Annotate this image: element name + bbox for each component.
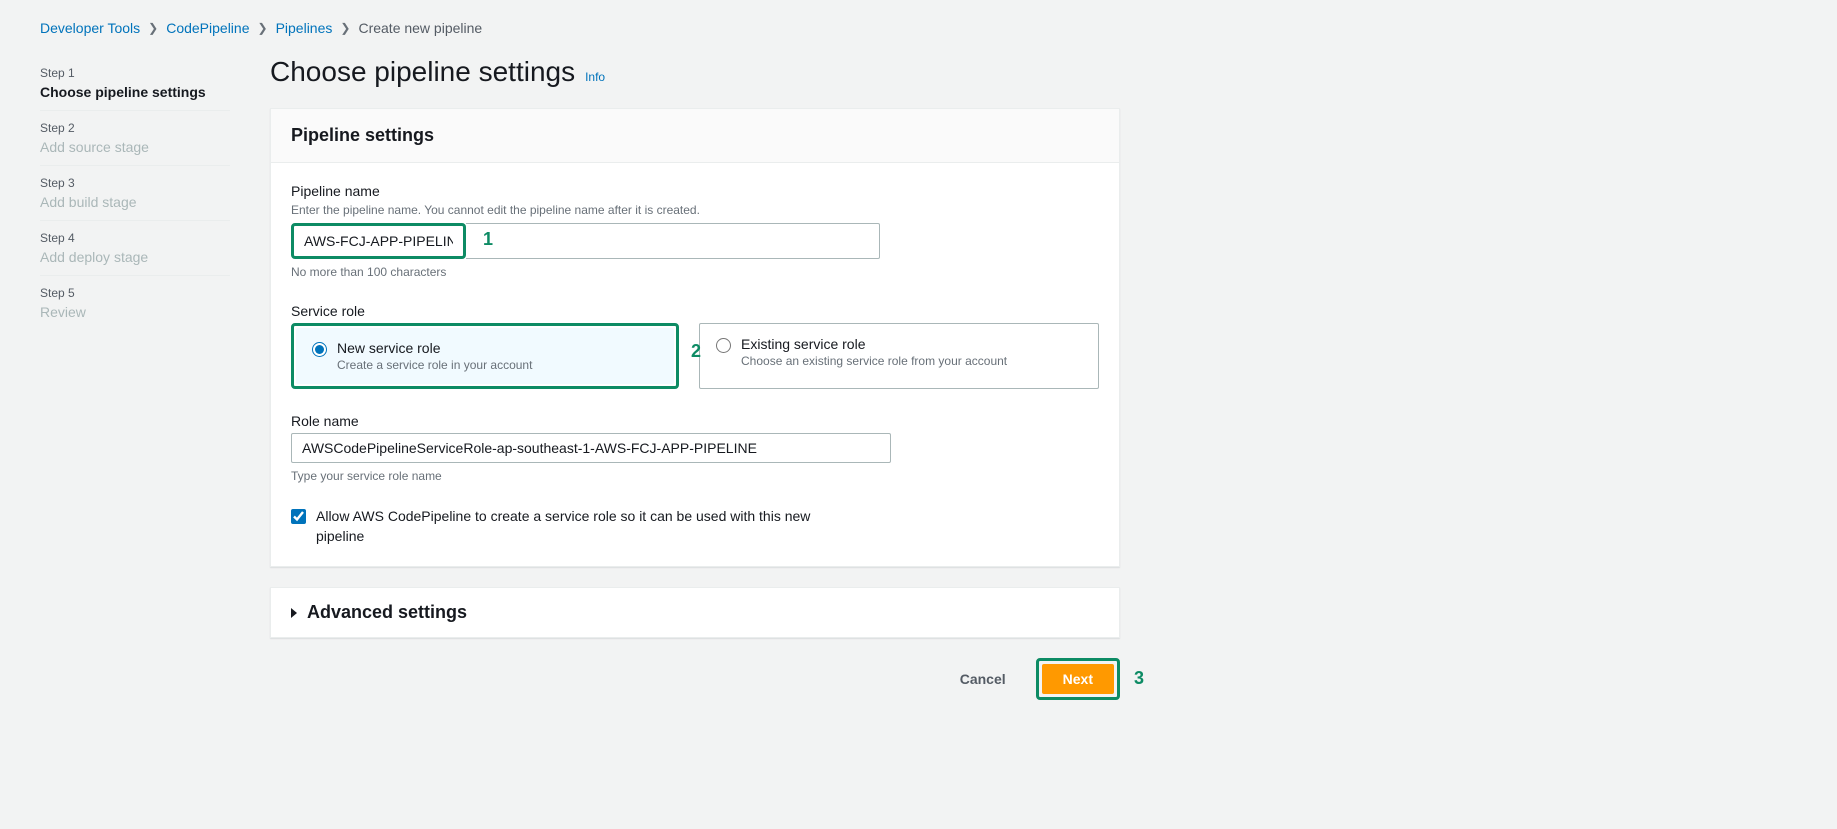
annotation-3: 3	[1134, 668, 1144, 689]
breadcrumb-link-pipelines[interactable]: Pipelines	[276, 20, 333, 36]
step-label: Step 1	[40, 66, 230, 80]
breadcrumb-link-devtools[interactable]: Developer Tools	[40, 20, 140, 36]
step-name: Choose pipeline settings	[40, 84, 230, 100]
allow-create-role-label: Allow AWS CodePipeline to create a servi…	[316, 507, 856, 546]
role-name-group: Role name Type your service role name	[291, 413, 1099, 483]
step-label: Step 2	[40, 121, 230, 135]
breadcrumb: Developer Tools ❯ CodePipeline ❯ Pipelin…	[40, 20, 1797, 36]
radio-existing-input[interactable]	[716, 338, 731, 353]
radio-existing-title: Existing service role	[741, 336, 1082, 352]
step-4: Step 4 Add deploy stage	[40, 221, 230, 276]
chevron-right-icon: ❯	[148, 21, 158, 35]
pipeline-settings-panel: Pipeline settings Pipeline name Enter th…	[270, 108, 1120, 567]
step-name: Review	[40, 304, 230, 320]
step-label: Step 5	[40, 286, 230, 300]
step-label: Step 4	[40, 231, 230, 245]
step-3: Step 3 Add build stage	[40, 166, 230, 221]
wizard-sidebar: Step 1 Choose pipeline settings Step 2 A…	[40, 56, 230, 700]
allow-checkbox-group: Allow AWS CodePipeline to create a servi…	[291, 507, 1099, 546]
panel-title: Pipeline settings	[291, 125, 1099, 146]
radio-new-desc: Create a service role in your account	[337, 358, 658, 372]
pipeline-name-label: Pipeline name	[291, 183, 1099, 199]
panel-header: Pipeline settings	[271, 109, 1119, 163]
role-name-input[interactable]	[291, 433, 891, 463]
pipeline-name-constraint: No more than 100 characters	[291, 265, 1099, 279]
page-title: Choose pipeline settings Info	[270, 56, 1120, 88]
step-label: Step 3	[40, 176, 230, 190]
annotation-2: 2	[691, 341, 701, 362]
service-role-label: Service role	[291, 303, 1099, 319]
radio-new-input[interactable]	[312, 342, 327, 357]
step-2: Step 2 Add source stage	[40, 111, 230, 166]
chevron-right-icon: ❯	[258, 21, 268, 35]
advanced-settings-toggle[interactable]: Advanced settings	[271, 588, 1119, 637]
advanced-settings-panel: Advanced settings	[270, 587, 1120, 638]
breadcrumb-link-codepipeline[interactable]: CodePipeline	[166, 20, 249, 36]
caret-right-icon	[291, 608, 297, 618]
page-title-text: Choose pipeline settings	[270, 56, 575, 88]
role-name-constraint: Type your service role name	[291, 469, 1099, 483]
pipeline-name-group: Pipeline name Enter the pipeline name. Y…	[291, 183, 1099, 279]
service-role-group: Service role New service role Create a s…	[291, 303, 1099, 389]
step-name: Add source stage	[40, 139, 230, 155]
allow-create-role-checkbox[interactable]	[291, 509, 306, 524]
button-row: Cancel Next 3	[270, 658, 1120, 700]
step-name: Add deploy stage	[40, 249, 230, 265]
role-name-label: Role name	[291, 413, 1099, 429]
radio-new-service-role[interactable]: New service role Create a service role i…	[296, 328, 674, 384]
step-1: Step 1 Choose pipeline settings	[40, 56, 230, 111]
step-5: Step 5 Review	[40, 276, 230, 330]
next-button[interactable]: Next	[1042, 664, 1114, 694]
annotation-1: 1	[483, 229, 493, 250]
advanced-settings-title: Advanced settings	[307, 602, 467, 623]
radio-existing-desc: Choose an existing service role from you…	[741, 354, 1082, 368]
step-name: Add build stage	[40, 194, 230, 210]
info-link[interactable]: Info	[585, 70, 605, 84]
breadcrumb-current: Create new pipeline	[358, 20, 482, 36]
radio-existing-service-role[interactable]: Existing service role Choose an existing…	[699, 323, 1099, 389]
cancel-button[interactable]: Cancel	[940, 665, 1026, 693]
radio-new-title: New service role	[337, 340, 658, 356]
chevron-right-icon: ❯	[340, 21, 350, 35]
pipeline-name-hint: Enter the pipeline name. You cannot edit…	[291, 203, 1099, 217]
pipeline-name-input[interactable]	[296, 228, 461, 254]
